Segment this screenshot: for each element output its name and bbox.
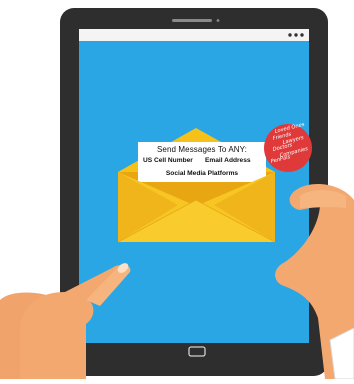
illustration-svg <box>0 8 354 380</box>
menu-dot-2[interactable] <box>294 33 298 37</box>
speaker-slot <box>172 19 212 22</box>
option-social: Social Media Platforms <box>165 170 239 177</box>
illustration: Send Messages To ANY: US Cell Number Ema… <box>0 0 354 380</box>
option-us-cell: US Cell Number <box>143 157 193 164</box>
menu-dot-1[interactable] <box>288 33 292 37</box>
screen-top-bar <box>79 29 309 41</box>
option-email: Email Address <box>205 157 251 164</box>
camera-dot <box>216 19 220 22</box>
menu-dot-3[interactable] <box>300 33 304 37</box>
letter-heading: Send Messages To ANY: <box>156 145 247 154</box>
